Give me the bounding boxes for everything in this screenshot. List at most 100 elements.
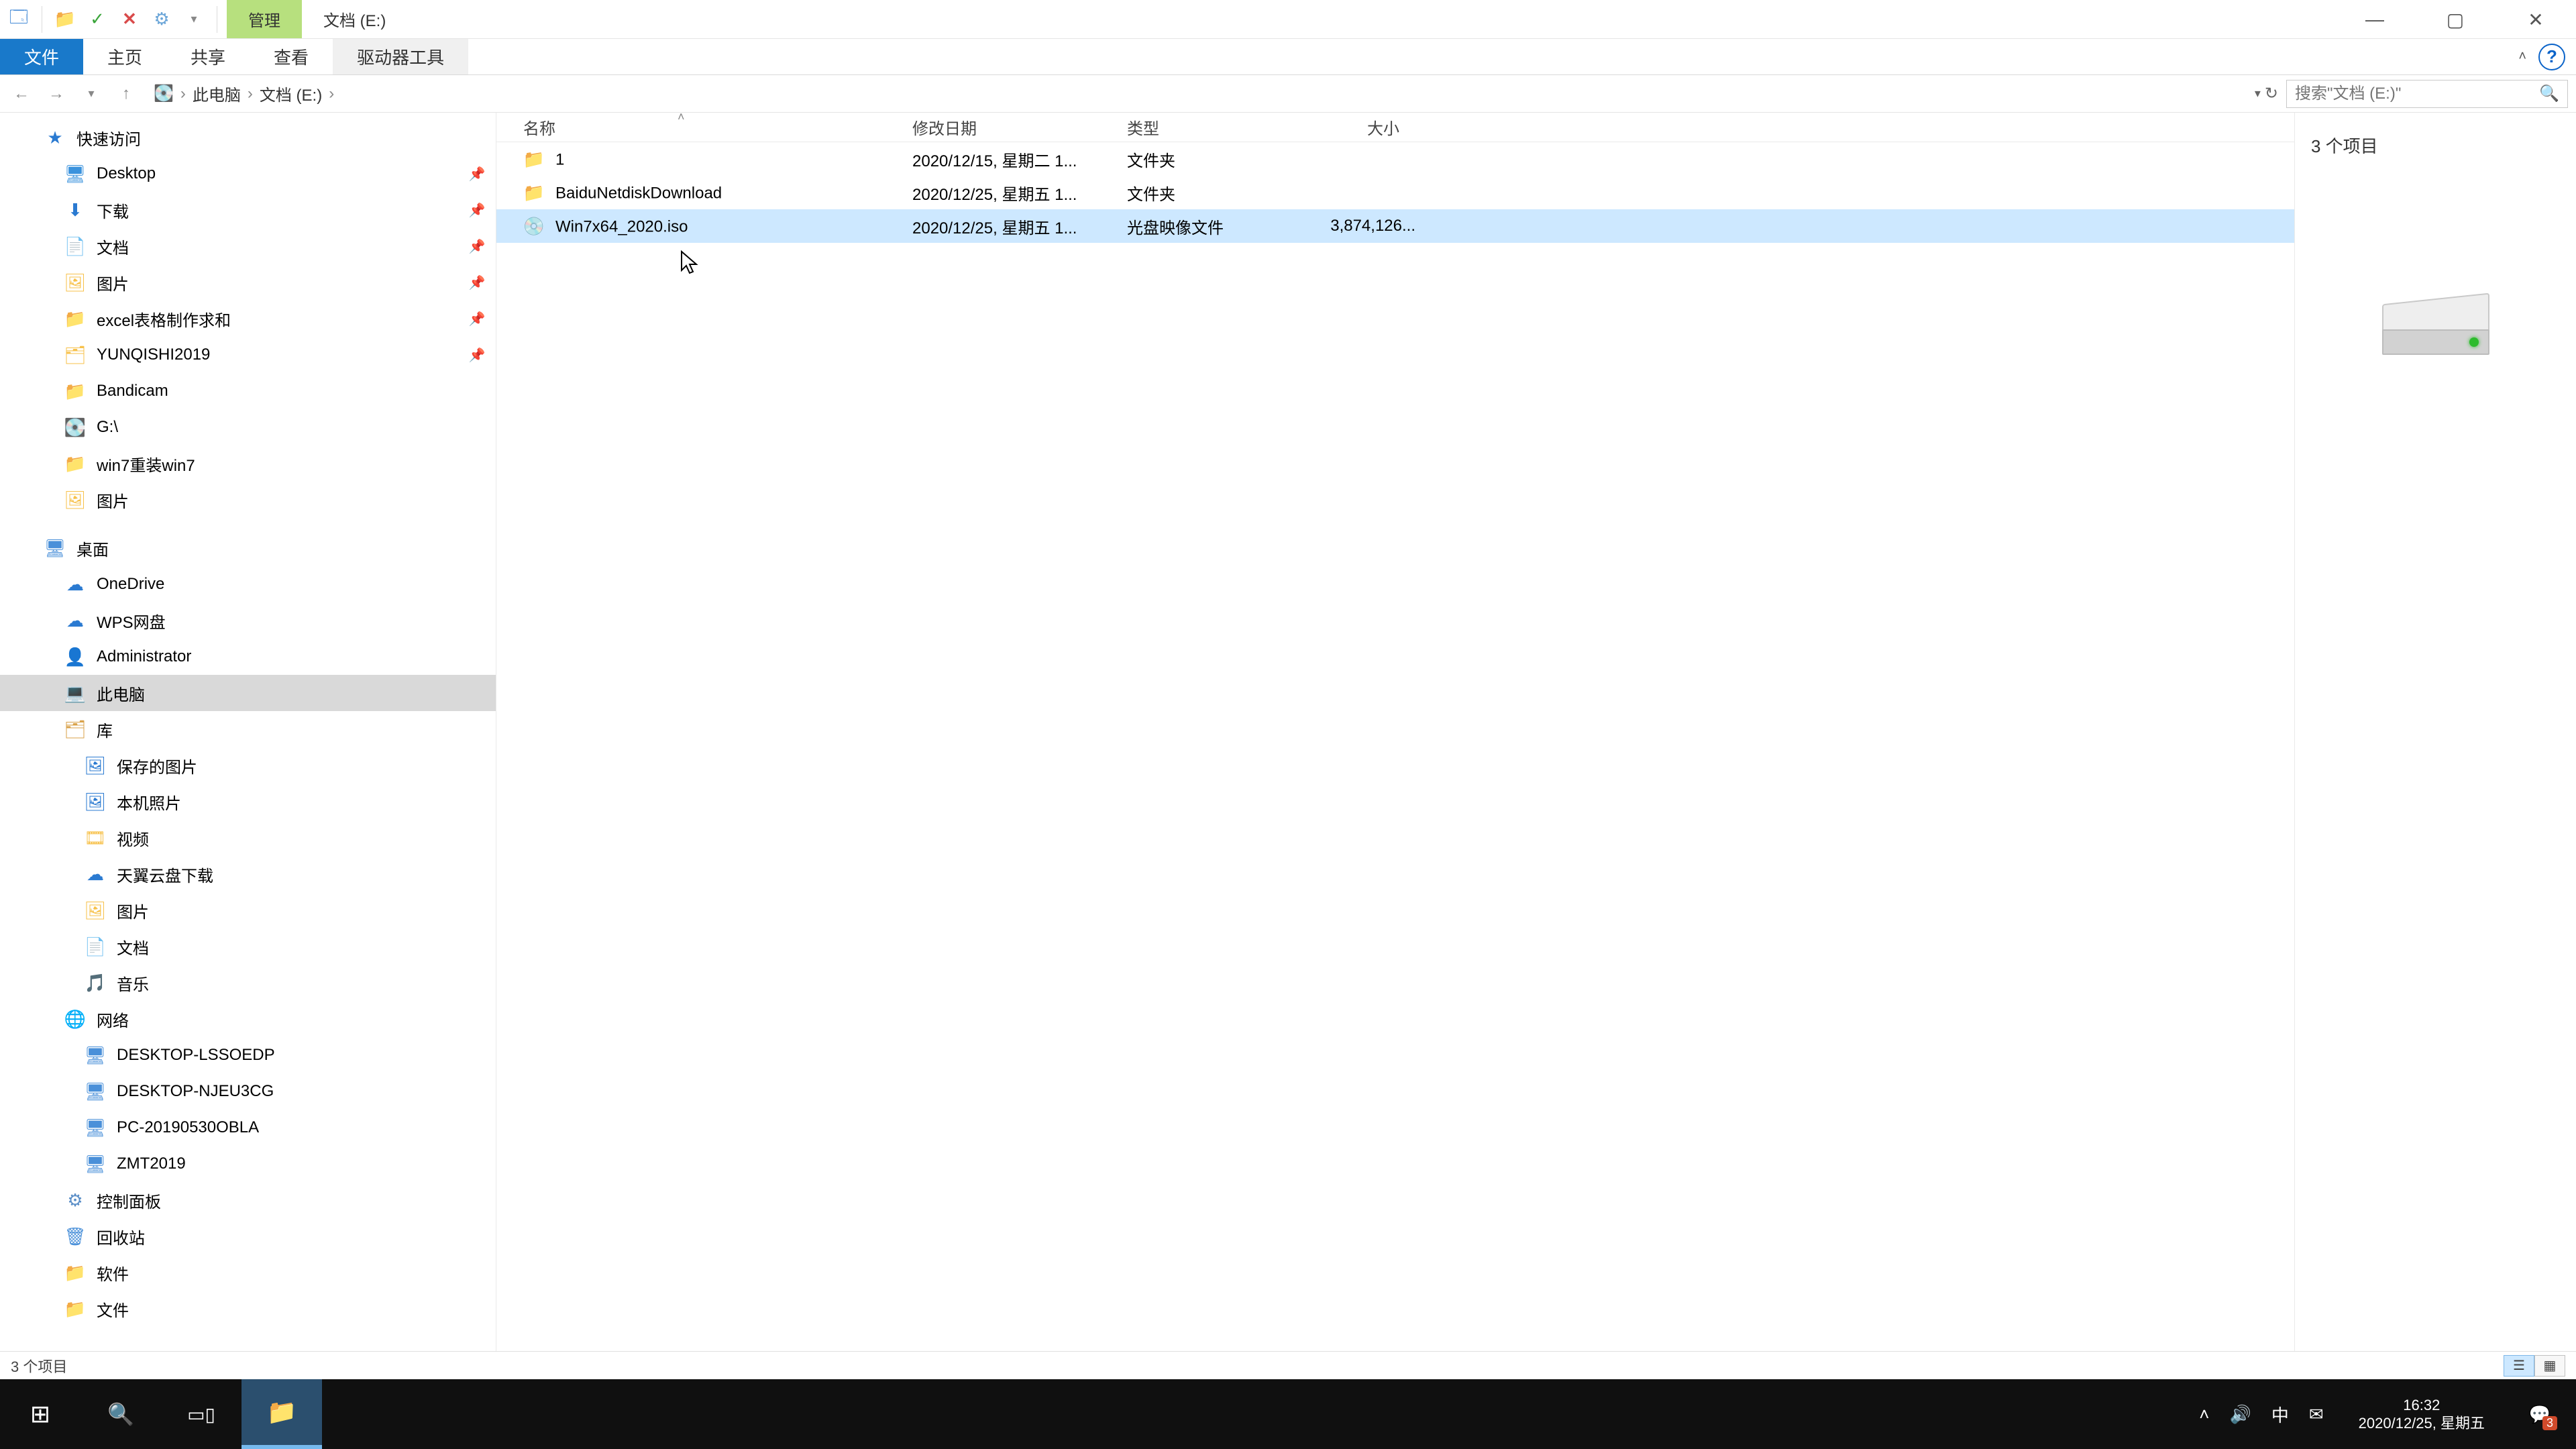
nav-item[interactable]: 🖥PC-20190530OBLA <box>0 1110 496 1146</box>
nav-item[interactable]: 🖥DESKTOP-NJEU3CG <box>0 1073 496 1110</box>
contextual-tab-manage[interactable]: 管理 <box>227 0 302 38</box>
file-row[interactable]: 📁12020/12/15, 星期二 1...文件夹 <box>496 142 2294 176</box>
nav-item[interactable]: 🖼图片 <box>0 892 496 928</box>
nav-item[interactable]: 🖥Desktop📌 <box>0 156 496 192</box>
nav-up-button[interactable]: ↑ <box>113 80 140 107</box>
nav-forward-button[interactable]: → <box>43 80 70 107</box>
nav-item[interactable]: ⚙控制面板 <box>0 1182 496 1218</box>
nav-item-label: 本机照片 <box>117 790 455 814</box>
nav-item-label: 视频 <box>117 826 455 850</box>
ribbon-tab-home[interactable]: 主页 <box>83 39 166 74</box>
tray-overflow-icon[interactable]: ˄ <box>2199 1404 2209 1425</box>
details-view-button[interactable]: ☰ <box>2504 1355 2534 1377</box>
view-mode-toggles: ☰ ▦ <box>2504 1355 2565 1377</box>
nav-item[interactable]: 💽G:\ <box>0 409 496 445</box>
mail-icon[interactable]: ✉ <box>2309 1404 2324 1425</box>
nav-item[interactable]: ★快速访问 <box>0 119 496 156</box>
volume-icon[interactable]: 🔊 <box>2229 1404 2251 1425</box>
nav-item[interactable]: 📁 Bandicam <box>0 373 496 409</box>
nav-item-label: 天翼云盘下载 <box>117 863 455 886</box>
breadcrumb[interactable]: 💽 › 此电脑 › 文档 (E:) › <box>148 80 2247 108</box>
refresh-button[interactable]: ↻ <box>2265 84 2278 103</box>
navigation-pane[interactable]: ★快速访问🖥Desktop📌⬇下载📌📄文档📌🖼图片📌📁excel表格制作求和📌🗂… <box>0 113 496 1351</box>
nav-item[interactable]: 📁win7重装win7 <box>0 445 496 482</box>
file-size-cell: 3,874,126... <box>1308 217 1415 235</box>
nav-item[interactable]: 📄文档📌 <box>0 228 496 264</box>
nav-back-button[interactable]: ← <box>8 80 35 107</box>
nav-item[interactable]: 🗂库 <box>0 711 496 747</box>
nav-item[interactable]: 📁文件 <box>0 1291 496 1327</box>
drive-icon: 💽 <box>154 84 174 103</box>
gear-icon[interactable]: ⚙ <box>148 6 175 33</box>
taskbar-clock[interactable]: 16:32 2020/12/25, 星期五 <box>2344 1396 2500 1433</box>
action-center-button[interactable]: 💬 3 <box>2520 1394 2560 1434</box>
search-icon[interactable]: 🔍 <box>2539 84 2559 103</box>
nav-item[interactable]: 🖥ZMT2019 <box>0 1146 496 1182</box>
breadcrumb-item[interactable]: 此电脑 <box>193 82 241 105</box>
nav-item[interactable]: 🗂YUNQISHI2019📌 <box>0 337 496 373</box>
column-header-type[interactable]: 类型 <box>1127 115 1308 139</box>
file-row[interactable]: 📁BaiduNetdiskDownload2020/12/25, 星期五 1..… <box>496 176 2294 209</box>
nav-item[interactable]: 🌐网络 <box>0 1001 496 1037</box>
nav-item[interactable]: ☁OneDrive <box>0 566 496 602</box>
nav-item[interactable]: 🖼本机照片 <box>0 784 496 820</box>
nav-item[interactable]: 🎵音乐 <box>0 965 496 1001</box>
nav-item[interactable]: ☁WPS网盘 <box>0 602 496 639</box>
minimize-button[interactable]: — <box>2334 0 2415 39</box>
nav-item-label: YUNQISHI2019 <box>97 345 455 364</box>
nav-item[interactable]: 🖼图片 <box>0 482 496 518</box>
search-box[interactable]: 🔍 <box>2286 80 2568 108</box>
close-blue-icon[interactable]: ✕ <box>116 6 143 33</box>
maximize-button[interactable]: ▢ <box>2415 0 2496 39</box>
nav-item[interactable]: 👤Administrator <box>0 639 496 675</box>
address-bar: ← → ▾ ↑ 💽 › 此电脑 › 文档 (E:) › ▾ ↻ 🔍 <box>0 75 2576 113</box>
ribbon-tab-view[interactable]: 查看 <box>250 39 333 74</box>
check-icon[interactable]: ✓ <box>84 6 111 33</box>
nav-item[interactable]: 💻此电脑 <box>0 675 496 711</box>
column-header-name[interactable]: 名称 <box>523 115 912 139</box>
file-row[interactable]: 💿Win7x64_2020.iso2020/12/25, 星期五 1...光盘映… <box>496 209 2294 243</box>
nav-item-icon: ☁ <box>64 574 86 595</box>
nav-item[interactable]: 📁软件 <box>0 1254 496 1291</box>
column-headers[interactable]: ˄ 名称 修改日期 类型 大小 <box>496 113 2294 142</box>
nav-item-icon: 📁 <box>64 380 86 402</box>
pin-icon: 📌 <box>466 347 488 364</box>
nav-item[interactable]: 🗑回收站 <box>0 1218 496 1254</box>
taskbar: ⊞ 🔍 ▭▯ 📁 ˄ 🔊 中 ✉ 16:32 2020/12/25, 星期五 💬… <box>0 1379 2576 1449</box>
address-dropdown-icon[interactable]: ▾ <box>2255 87 2261 101</box>
nav-item[interactable]: 🖼保存的图片 <box>0 747 496 784</box>
nav-item[interactable]: 🖼图片📌 <box>0 264 496 301</box>
window-controls: — ▢ ✕ <box>2334 0 2576 39</box>
nav-item-label: 文件 <box>97 1297 455 1321</box>
nav-item[interactable]: 📄文档 <box>0 928 496 965</box>
ribbon-tab-share[interactable]: 共享 <box>166 39 250 74</box>
ime-indicator[interactable]: 中 <box>2271 1402 2289 1427</box>
nav-item[interactable]: 🎞视频 <box>0 820 496 856</box>
taskbar-explorer-button[interactable]: 📁 <box>241 1379 322 1449</box>
nav-item-label: Bandicam <box>97 382 455 400</box>
help-button[interactable]: ? <box>2538 44 2565 70</box>
ribbon-collapse[interactable]: ˄ ? <box>2518 39 2576 74</box>
column-header-size[interactable]: 大小 <box>1308 115 1415 139</box>
start-button[interactable]: ⊞ <box>0 1379 80 1449</box>
file-list[interactable]: ˄ 名称 修改日期 类型 大小 📁12020/12/15, 星期二 1...文件… <box>496 113 2294 1351</box>
nav-item[interactable]: 📁excel表格制作求和📌 <box>0 301 496 337</box>
icons-view-button[interactable]: ▦ <box>2534 1355 2565 1377</box>
breadcrumb-item[interactable]: 文档 (E:) <box>260 82 322 105</box>
qa-dropdown-icon[interactable]: ▾ <box>180 6 207 33</box>
ribbon-tab-file[interactable]: 文件 <box>0 39 83 74</box>
close-button[interactable]: ✕ <box>2496 0 2576 39</box>
nav-item[interactable]: 🖥DESKTOP-LSSOEDP <box>0 1037 496 1073</box>
nav-item[interactable]: ☁天翼云盘下载 <box>0 856 496 892</box>
task-view-button[interactable]: ▭▯ <box>161 1379 241 1449</box>
ribbon-tab-drive-tools[interactable]: 驱动器工具 <box>333 39 468 74</box>
nav-item-label: 保存的图片 <box>117 754 455 777</box>
nav-item[interactable]: ⬇下载📌 <box>0 192 496 228</box>
nav-item-label: 软件 <box>97 1261 455 1285</box>
search-input[interactable] <box>2295 85 2539 103</box>
column-header-date[interactable]: 修改日期 <box>912 115 1127 139</box>
nav-recent-button[interactable]: ▾ <box>78 80 105 107</box>
folder-icon[interactable]: 📁 <box>52 6 78 33</box>
taskbar-search-button[interactable]: 🔍 <box>80 1379 161 1449</box>
nav-item[interactable]: 🖥桌面 <box>0 530 496 566</box>
